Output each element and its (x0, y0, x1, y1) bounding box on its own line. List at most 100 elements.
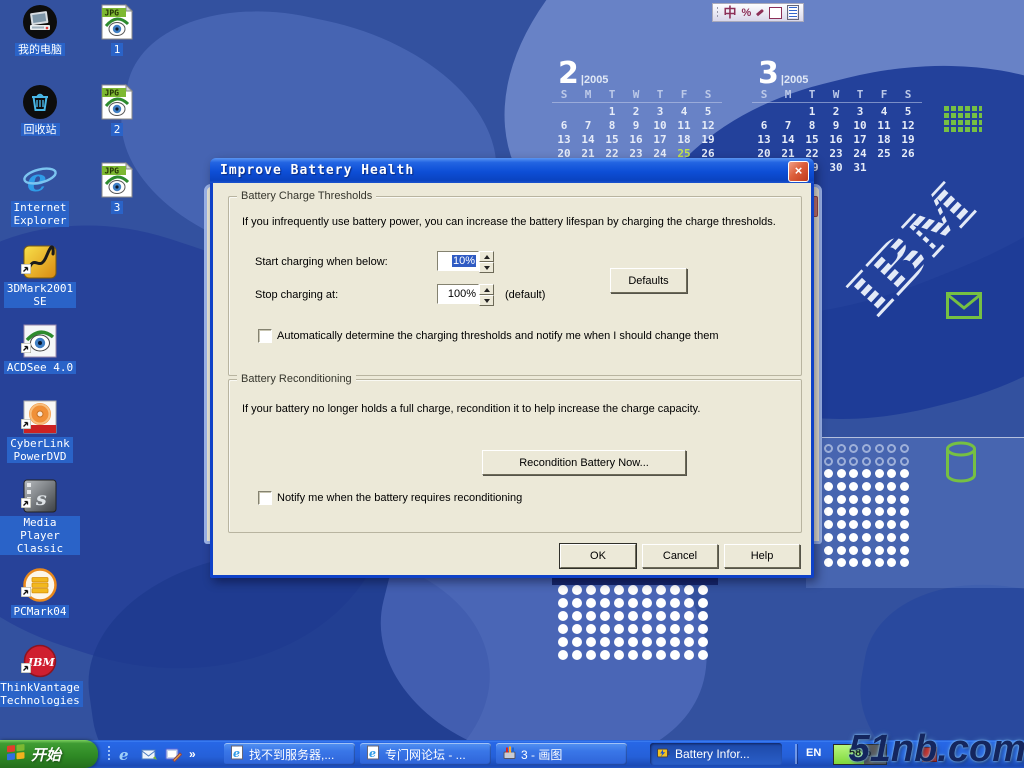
dot (628, 611, 638, 621)
stop-threshold-up-button[interactable] (479, 284, 494, 295)
calendar-day: 9 (624, 119, 648, 133)
calendar-year: |2005 (781, 74, 809, 88)
calendar-day: 2 (824, 105, 848, 119)
desktop-icon-my-computer[interactable]: 我的电脑 (4, 4, 76, 56)
pen-icon[interactable] (756, 9, 764, 17)
quick-launch-ie-icon[interactable]: e (117, 746, 134, 763)
language-indicator[interactable]: EN (806, 747, 821, 759)
close-icon[interactable]: × (788, 161, 809, 182)
desktop-icon-internet-explorer[interactable]: eInternet Explorer (4, 162, 76, 227)
calendar-day: 17 (848, 133, 872, 147)
auto-determine-checkbox[interactable] (258, 329, 272, 343)
calendar-day: 18 (872, 133, 896, 147)
menu-icon[interactable] (787, 5, 799, 20)
dot (558, 624, 568, 634)
media-player-classic-icon: s (23, 477, 57, 513)
desktop-icon-cyberlink-powerdvd[interactable]: CyberLink PowerDVD (2, 398, 78, 463)
calendar-weekday: W (624, 88, 648, 102)
dot (837, 469, 846, 478)
desktop-icon-media-player-classic[interactable]: sMedia Player Classic (0, 477, 80, 555)
dot (628, 585, 638, 595)
calendar-month-number: 3 (758, 60, 779, 88)
start-threshold-down-button[interactable] (479, 262, 494, 273)
dot (586, 598, 596, 608)
dot (900, 495, 909, 504)
quick-launch-show-desktop-icon[interactable] (165, 746, 182, 763)
ime-tool-icon[interactable]: % (742, 7, 752, 19)
taskbar-task-3[interactable]: 3 - 画图 (496, 743, 627, 765)
dot (837, 546, 846, 555)
calendar-week-row: 12345 (752, 105, 922, 119)
start-button[interactable]: 开始 (0, 740, 98, 768)
envelope-deco-icon (946, 292, 982, 324)
desktop-icon-jpg-2[interactable]: JPG2 (90, 84, 144, 136)
dialog-titlebar[interactable]: Improve Battery Health (210, 158, 814, 183)
chinese-ime-icon[interactable]: 中 (723, 6, 736, 19)
task-label: Battery Infor... (675, 747, 750, 761)
stop-threshold-input[interactable]: 100% (437, 284, 479, 304)
quick-launch-chevron-icon[interactable]: » (189, 747, 196, 761)
icon-label: 2 (111, 123, 124, 136)
defaults-button[interactable]: Defaults (610, 268, 687, 293)
dot (572, 624, 582, 634)
icon-label: CyberLink PowerDVD (7, 437, 73, 463)
desktop-icon-recycle-bin[interactable]: 回收站 (4, 84, 76, 136)
recondition-battery-now-button[interactable]: Recondition Battery Now... (482, 450, 686, 475)
taskbar-task-2[interactable]: e专门网论坛 - ... (360, 743, 491, 765)
dot (900, 533, 909, 542)
calendar-day: 2 (624, 105, 648, 119)
calendar-day: 12 (696, 119, 720, 133)
language-bar[interactable]: 中 % (712, 3, 804, 22)
my-computer-icon (22, 4, 58, 40)
dialog-body: Battery Charge Thresholds If you infrequ… (213, 183, 811, 575)
cyberlink-powerdvd-icon (23, 398, 57, 434)
recycle-bin-icon (22, 84, 58, 120)
stop-threshold-spinbox: 100% (437, 284, 495, 306)
shortcut-arrow-icon (21, 660, 31, 678)
desktop-icon-jpg-1[interactable]: JPG1 (90, 4, 144, 56)
language-bar-grip[interactable] (717, 7, 718, 19)
calendar-weekday-row: SMTWTFS (752, 88, 922, 103)
stop-threshold-down-button[interactable] (479, 295, 494, 306)
dot (824, 558, 833, 567)
dot (837, 495, 846, 504)
dot-pattern (558, 585, 712, 663)
dot (837, 457, 846, 466)
quick-launch-mail-icon[interactable] (141, 746, 158, 763)
calendar-day: 23 (824, 147, 848, 161)
dot (849, 558, 858, 567)
desktop-icon-jpg-3[interactable]: JPG3 (90, 162, 144, 214)
calendar-day (872, 161, 896, 175)
desktop-icon-3dmark2001-se[interactable]: 3DMark2001 SE (2, 243, 78, 308)
help-button[interactable]: Help (724, 544, 800, 568)
dot (656, 650, 666, 660)
calendar-day: 15 (600, 133, 624, 147)
dot (600, 637, 610, 647)
dot (628, 598, 638, 608)
dot (586, 624, 596, 634)
notify-reconditioning-label: Notify me when the battery requires reco… (277, 492, 522, 504)
dot (900, 520, 909, 529)
dot (824, 507, 833, 516)
desktop-icon-thinkvantage-technologies[interactable]: IBMThinkVantage Technologies (0, 642, 80, 707)
keyboard-icon[interactable] (769, 7, 781, 19)
dot (900, 444, 909, 453)
dot (656, 611, 666, 621)
dot (572, 650, 582, 660)
dot (849, 457, 858, 466)
cancel-button[interactable]: Cancel (642, 544, 718, 568)
desktop-icon-pcmark04[interactable]: PCMark04 (2, 566, 78, 618)
notify-reconditioning-checkbox[interactable] (258, 491, 272, 505)
taskbar-task-4[interactable]: Battery Infor... (650, 743, 782, 765)
dot (558, 650, 568, 660)
dot (887, 495, 896, 504)
desktop-icon-acdsee-40[interactable]: ACDSee 4.0 (2, 322, 78, 374)
taskbar-task-1[interactable]: e找不到服务器,... (224, 743, 355, 765)
start-threshold-input[interactable]: 10% (437, 251, 479, 271)
dot (887, 520, 896, 529)
dot (656, 624, 666, 634)
quick-launch-grip[interactable] (108, 746, 110, 762)
ok-button[interactable]: OK (560, 544, 636, 568)
start-threshold-up-button[interactable] (479, 251, 494, 262)
calendar-weekday: S (752, 88, 776, 102)
